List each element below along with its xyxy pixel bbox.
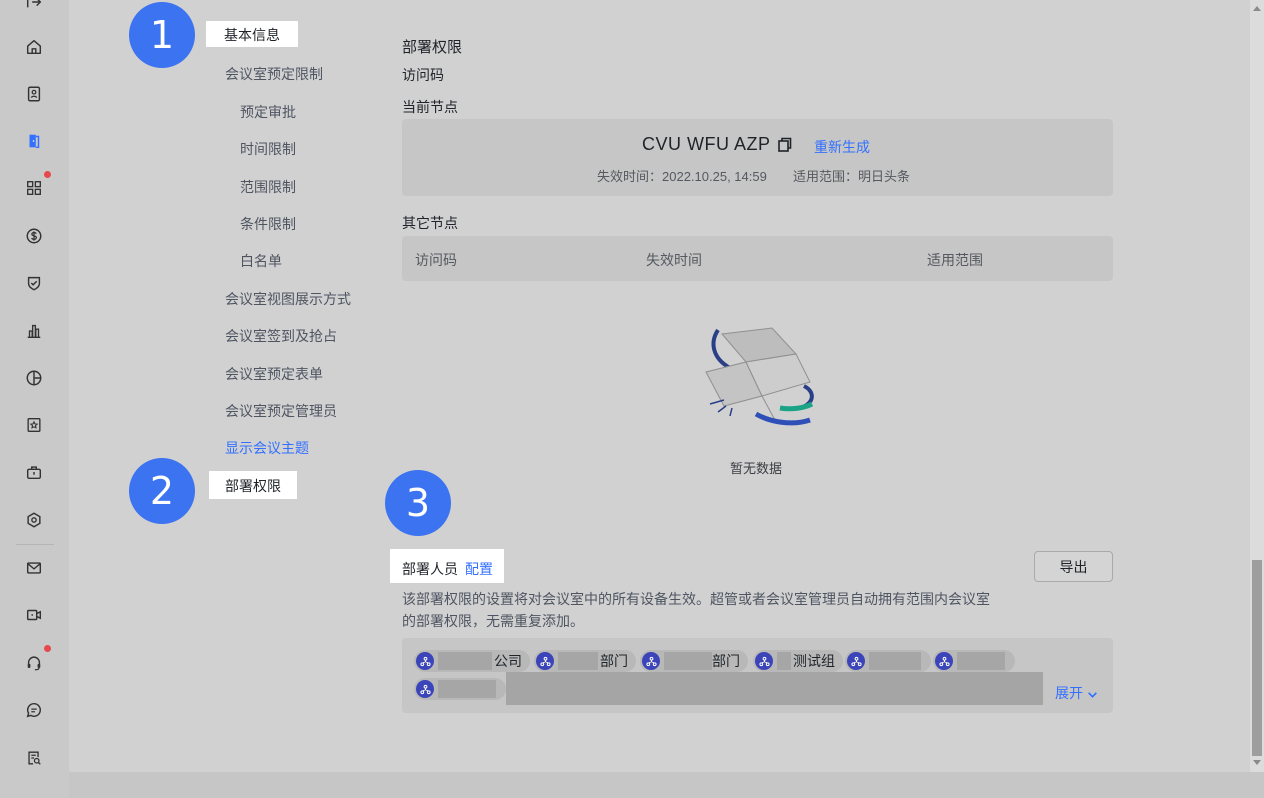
notification-dot: [44, 171, 51, 178]
members-description-line1: 该部署权限的设置将对会议室中的所有设备生效。超管或者会议室管理员自动拥有范围内会…: [402, 591, 990, 607]
vertical-scrollbar[interactable]: [1250, 0, 1264, 772]
empty-state-text: 暂无数据: [730, 461, 783, 476]
column-header-access-code: 访问码: [415, 252, 457, 268]
org-icon: [642, 652, 660, 670]
redacted-name: [777, 652, 791, 670]
access-code-value: CVU WFU AZP: [642, 134, 771, 154]
member-chip-label: 部门: [712, 653, 740, 669]
redacted-name: [869, 652, 921, 670]
app-sidebar: [0, 0, 69, 798]
org-icon: [847, 652, 865, 670]
member-chip[interactable]: 部门: [534, 650, 636, 672]
scope-text: 适用范围：明日头条: [793, 169, 911, 184]
expand-label: 展开: [1055, 685, 1083, 701]
contacts-icon[interactable]: [24, 84, 44, 104]
chat-icon[interactable]: [24, 700, 44, 720]
billing-icon[interactable]: [24, 226, 44, 246]
member-chip[interactable]: 部门: [640, 650, 748, 672]
annotation-badge-1: 1: [129, 2, 195, 68]
meeting-room-icon[interactable]: [24, 131, 44, 151]
column-header-scope: 适用范围: [927, 252, 983, 268]
members-label: 部署人员: [402, 561, 458, 577]
member-chip[interactable]: [845, 650, 931, 672]
export-button[interactable]: 导出: [1034, 551, 1113, 582]
nav-booking-admin[interactable]: 会议室预定管理员: [225, 401, 337, 421]
redacted-name: [438, 652, 492, 670]
column-header-expiry: 失效时间: [646, 252, 702, 268]
shield-check-icon[interactable]: [24, 273, 44, 293]
org-icon: [416, 680, 434, 698]
nav-scope-limit[interactable]: 范围限制: [240, 177, 296, 197]
member-chip[interactable]: [414, 678, 506, 700]
member-chip[interactable]: 测试组: [753, 650, 843, 672]
nav-booking-form[interactable]: 会议室预定表单: [225, 364, 323, 384]
video-icon[interactable]: [24, 605, 44, 625]
current-node-label: 当前节点: [402, 99, 458, 115]
table-header: [402, 236, 1113, 281]
badge-star-icon[interactable]: [24, 415, 44, 435]
member-chip[interactable]: [933, 650, 1015, 672]
redacted-name: [957, 652, 1005, 670]
bar-chart-icon[interactable]: [24, 321, 44, 341]
regenerate-link[interactable]: 重新生成: [814, 137, 870, 157]
members-description-line2: 的部署权限，无需重复添加。: [402, 613, 584, 629]
scroll-up-arrow[interactable]: [1253, 6, 1261, 11]
nav-deploy-permission[interactable]: 部署权限: [209, 471, 297, 499]
settings-hex-icon[interactable]: [24, 510, 44, 530]
annotation-badge-3: 3: [385, 470, 451, 536]
org-icon: [536, 652, 554, 670]
footer-strip: [69, 772, 1264, 798]
chevron-down-icon: [1087, 692, 1097, 698]
nav-booking-limits[interactable]: 会议室预定限制: [225, 64, 323, 84]
redacted-name: [664, 652, 712, 670]
headset-icon[interactable]: [24, 653, 44, 673]
nav-view-display[interactable]: 会议室视图展示方式: [225, 289, 351, 309]
nav-show-topic[interactable]: 显示会议主题: [225, 438, 309, 458]
access-code-label: 访问码: [402, 67, 444, 83]
apps-icon[interactable]: [24, 178, 44, 198]
member-chip-label: 部门: [600, 653, 628, 669]
org-icon: [935, 652, 953, 670]
notification-dot: [44, 645, 51, 652]
nav-whitelist[interactable]: 白名单: [240, 251, 282, 271]
org-icon: [755, 652, 773, 670]
nav-condition-limit[interactable]: 条件限制: [240, 214, 296, 234]
copy-icon[interactable]: [776, 136, 794, 154]
nav-booking-approval[interactable]: 预定审批: [240, 102, 296, 122]
annotation-badge-2: 2: [129, 458, 195, 524]
member-chip[interactable]: 公司: [414, 650, 530, 672]
home-icon[interactable]: [24, 37, 44, 57]
scroll-thumb[interactable]: [1252, 560, 1262, 756]
redacted-name: [558, 652, 598, 670]
redacted-block: [506, 672, 1043, 705]
nav-time-limit[interactable]: 时间限制: [240, 139, 296, 159]
rail-divider: [16, 544, 54, 545]
member-chip-label: 公司: [494, 653, 522, 669]
nav-basic-info[interactable]: 基本信息: [206, 21, 298, 47]
form-search-icon[interactable]: [24, 748, 44, 768]
scroll-down-arrow[interactable]: [1253, 760, 1261, 765]
nav-checkin[interactable]: 会议室签到及抢占: [225, 326, 337, 346]
configure-link[interactable]: 配置: [465, 559, 493, 579]
collapse-icon[interactable]: [24, 0, 44, 12]
redacted-name: [438, 680, 496, 698]
mail-icon[interactable]: [24, 558, 44, 578]
expand-link[interactable]: 展开: [1055, 683, 1098, 703]
member-chip-label: 测试组: [793, 653, 835, 669]
org-icon: [416, 652, 434, 670]
toolbox-icon[interactable]: [24, 462, 44, 482]
section-title: 部署权限: [402, 39, 463, 56]
empty-box-illustration: [700, 322, 820, 434]
expiry-text: 失效时间：2022.10.25, 14:59: [597, 169, 767, 184]
pie-chart-icon[interactable]: [24, 368, 44, 388]
other-nodes-label: 其它节点: [402, 215, 458, 231]
